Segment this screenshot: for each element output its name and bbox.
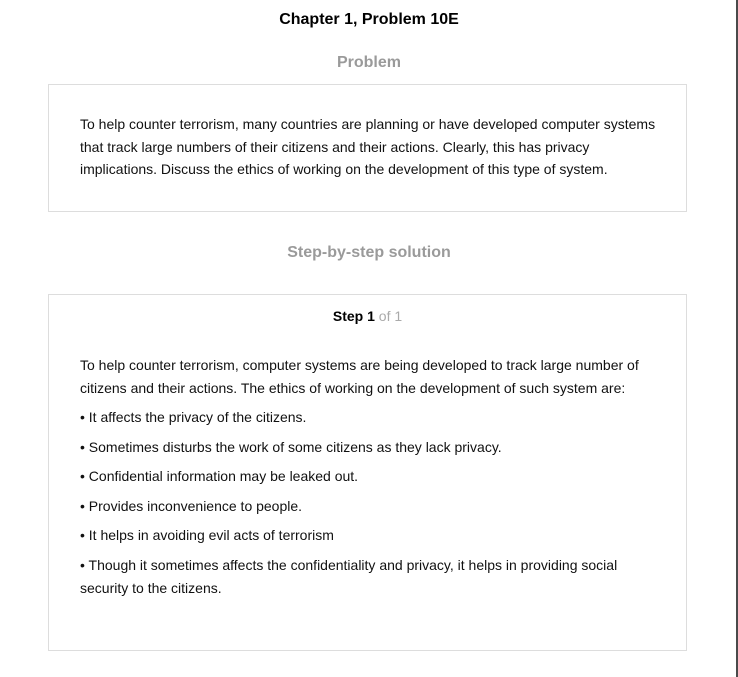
solution-bullet: • It helps in avoiding evil acts of terr… [80, 527, 334, 543]
solution-bullet: • Confidential information may be leaked… [80, 468, 359, 484]
solution-heading: Step-by-step solution [287, 244, 451, 261]
step-word: Step [332, 308, 364, 324]
problem-text: To help counter terrorism, many countrie… [80, 116, 656, 177]
solution-intro: To help counter terrorism, computer syst… [80, 357, 639, 396]
chapter-title: Chapter 1, Problem 10E [279, 11, 459, 28]
solution-body: To help counter terrorism, computer syst… [80, 354, 660, 606]
solution-bullet: • Provides inconvenience to people. [80, 497, 303, 514]
solution-bullet: • Sometimes disturbs the work of some ci… [80, 438, 502, 455]
step-indicator: Step 1 of 1 [49, 308, 686, 324]
problem-card: To help counter terrorism, many countrie… [48, 84, 687, 212]
problem-heading: Problem [336, 54, 401, 71]
solution-card: Step 1 of 1 To help counter terrorism, c… [48, 294, 687, 651]
solution-bullet: • Though it sometimes affects the confid… [80, 556, 618, 596]
step-total: of 1 [378, 308, 403, 324]
step-number: 1 [367, 308, 375, 324]
solution-bullet: • It affects the privacy of the citizens… [80, 409, 307, 425]
